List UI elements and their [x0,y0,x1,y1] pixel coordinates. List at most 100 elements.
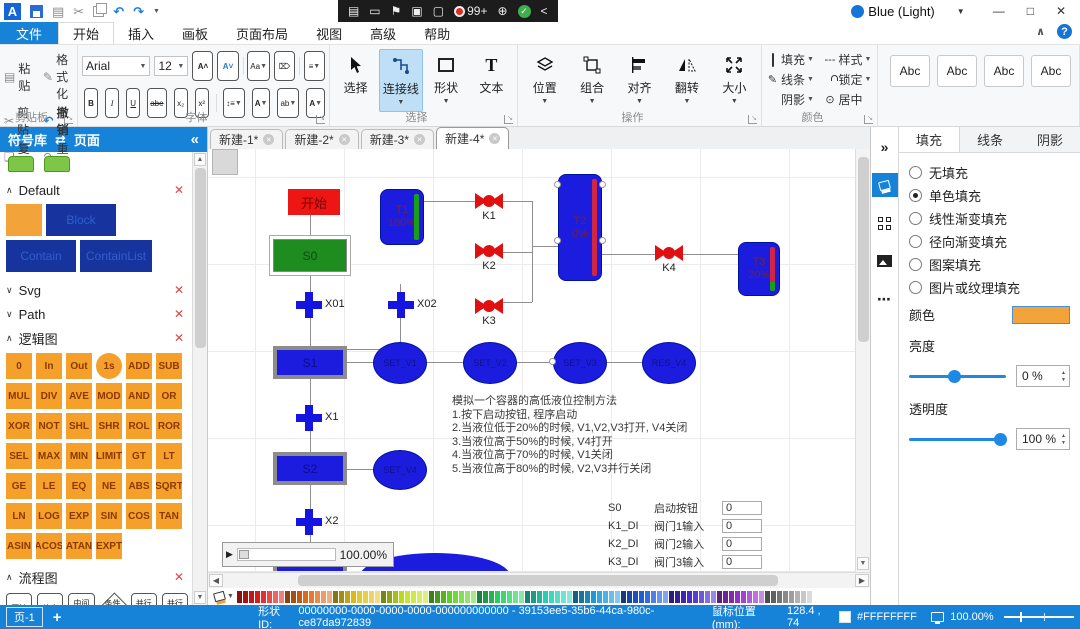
scroll-left-icon[interactable]: ◀ [209,574,223,587]
color-swatch[interactable] [465,591,470,603]
stepper-icons[interactable]: ▲▼ [1061,433,1069,446]
logic-symbol[interactable]: AND [126,383,152,409]
logic-symbol[interactable]: MAX [36,443,62,469]
more-panel-icon[interactable]: ⋯ [872,287,898,311]
group-button[interactable]: 组合▼ [569,49,614,112]
play-icon[interactable]: ▶ [226,549,233,560]
scroll-down-icon[interactable]: ▼ [194,591,206,604]
center-button[interactable]: ⊙居中 [824,91,874,108]
flow-symbol[interactable]: 中间节点 [68,593,94,605]
logic-symbol[interactable]: ACOS [36,533,62,559]
save-icon[interactable] [30,5,43,18]
color-swatch[interactable] [549,591,554,603]
connection-point[interactable] [554,237,561,244]
section-path[interactable]: ∨ Path ✕ [6,302,190,326]
logic-symbol[interactable]: XOR [6,413,32,439]
valve-k4[interactable]: K4 [655,245,683,274]
connection-point[interactable] [549,358,556,365]
io-value-input[interactable]: 0 [722,555,762,569]
redo-icon[interactable]: ↷ [133,5,144,18]
logic-symbol[interactable]: Out [66,353,92,379]
connection-point[interactable] [554,181,561,188]
dialog-launcher-icon[interactable]: ↘ [504,115,513,124]
line-color-button[interactable]: ✎线条▼ [766,71,816,88]
color-swatch[interactable] [675,591,680,603]
align-button[interactable]: 对齐▼ [617,49,662,112]
panel-tab[interactable]: 阴影 [1020,127,1080,152]
fill-option-radio[interactable]: 图片或纹理填充 [909,276,1070,299]
brightness-slider[interactable] [909,375,1006,378]
fill-option-radio[interactable]: 图案填充 [909,253,1070,276]
color-swatch[interactable] [753,591,758,603]
style-sample[interactable]: Abc [984,55,1024,87]
minimize-button[interactable]: — [993,4,1005,18]
logic-symbol[interactable]: 1s [96,353,122,379]
symbol-thumbnail[interactable] [8,156,34,172]
color-swatch[interactable] [567,591,572,603]
flow-symbol[interactable]: 并行结束 [162,593,188,605]
section-svg[interactable]: ∨ Svg ✕ [6,278,190,302]
color-swatch[interactable] [669,591,674,603]
fill-option-radio[interactable]: 单色填充 [909,184,1070,207]
color-swatch[interactable] [285,591,290,603]
palette-bucket-button[interactable]: ▼ [214,592,234,601]
font-size-select[interactable]: 12▼ [154,56,188,76]
flow-symbol[interactable]: 开始 [6,593,32,605]
color-swatch[interactable] [267,591,272,603]
fill-color-button[interactable]: 填充▼ [766,51,816,68]
recorder-region-icon[interactable]: ▣ [411,4,422,18]
symbol-thumbnail[interactable] [44,156,70,172]
io-value-input[interactable]: 0 [722,501,762,515]
logic-symbol[interactable]: LIMIT [96,443,122,469]
color-swatch[interactable] [321,591,326,603]
dialog-launcher-icon[interactable]: ↘ [64,115,73,124]
color-swatch[interactable] [729,591,734,603]
document-tab[interactable]: 新建-4* ✕ [436,127,509,149]
color-swatch[interactable] [525,591,530,603]
arrange-panel-icon[interactable] [872,211,898,235]
logic-symbol[interactable]: MOD [96,383,122,409]
color-swatch[interactable] [657,591,662,603]
logic-symbol[interactable]: ROR [156,413,182,439]
color-swatch[interactable] [357,591,362,603]
statusbar-zoom-slider[interactable] [1004,616,1074,618]
logic-symbol[interactable]: SEL [6,443,32,469]
color-swatch[interactable] [573,591,578,603]
color-swatch[interactable] [717,591,722,603]
color-swatch[interactable] [303,591,308,603]
section-flowchart[interactable]: ∧ 流程图 ✕ [6,565,190,589]
close-icon[interactable]: ✕ [174,570,184,584]
line-style-button[interactable]: ---样式▼ [824,51,874,68]
color-swatch[interactable] [381,591,386,603]
close-icon[interactable]: ✕ [174,283,184,297]
block-s2[interactable]: S2 [273,452,347,485]
color-swatch[interactable] [351,591,356,603]
logic-symbol[interactable]: 0 [6,353,32,379]
text-tool-button[interactable]: T 文本 [470,49,513,112]
undo-icon[interactable]: ↶ [113,5,124,18]
collapse-recorder-icon[interactable]: < [541,4,548,18]
expand-panel-icon[interactable]: » [872,135,898,159]
color-swatch[interactable] [789,591,794,603]
color-swatch[interactable] [495,591,500,603]
symbol-block[interactable]: Block [46,204,116,236]
color-swatch[interactable] [555,591,560,603]
file-menu-button[interactable]: 文件 [0,22,58,44]
color-swatch[interactable] [795,591,800,603]
color-swatch[interactable] [273,591,278,603]
logic-symbol[interactable]: SIN [96,503,122,529]
color-swatch[interactable] [603,591,608,603]
lock-button[interactable]: 锁定▼ [824,71,874,88]
logic-symbol[interactable]: ROL [126,413,152,439]
color-swatch[interactable] [477,591,482,603]
ellipse-res-v4[interactable]: RES_V4 [642,342,696,384]
recorder-capture-icon[interactable]: ▢ [433,4,444,18]
font-family-select[interactable]: Arial▼ [82,56,150,76]
color-swatch[interactable] [279,591,284,603]
color-swatch[interactable] [531,591,536,603]
color-swatch[interactable] [801,591,806,603]
style-sample[interactable]: Abc [1031,55,1071,87]
close-tab-icon[interactable]: ✕ [414,134,425,145]
color-swatch[interactable] [687,591,692,603]
color-swatch[interactable] [291,591,296,603]
